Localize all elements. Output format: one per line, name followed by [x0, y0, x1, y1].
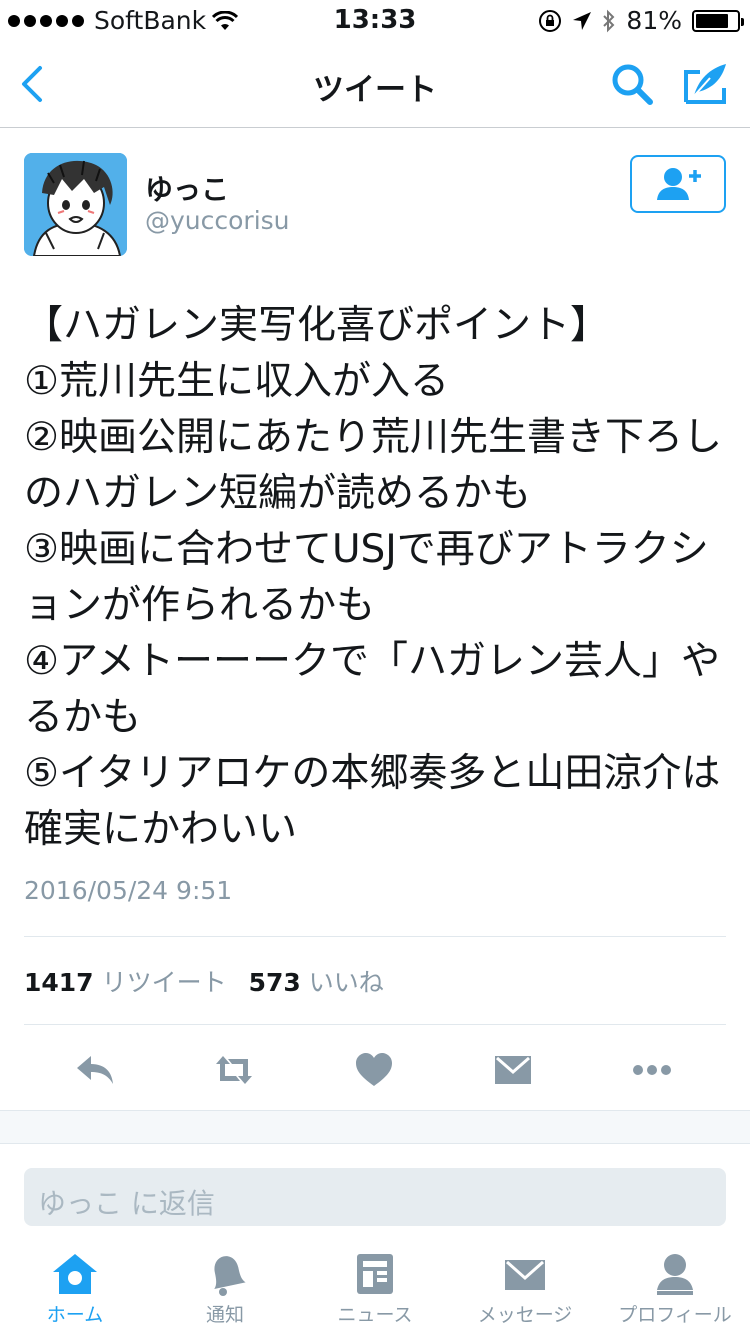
- tab-notifications[interactable]: 通知: [150, 1240, 300, 1334]
- section-separator: [0, 1110, 750, 1144]
- navigation-bar: ツイート: [0, 40, 750, 128]
- tweet-actions: [0, 1040, 750, 1100]
- retweet-count[interactable]: 1417: [24, 968, 94, 997]
- rotation-lock-icon: [539, 9, 562, 32]
- profile-icon: [657, 1254, 693, 1295]
- bluetooth-icon: [603, 9, 615, 32]
- tab-label: プロフィール: [618, 1304, 732, 1326]
- tab-messages[interactable]: メッセージ: [450, 1240, 600, 1334]
- avatar-illustration: [24, 153, 127, 256]
- tweet-timestamp: 2016/05/24 9:51: [24, 876, 233, 905]
- tab-home[interactable]: ホーム: [0, 1240, 150, 1334]
- status-right-group: 81%: [538, 6, 744, 35]
- retweet-label[interactable]: リツイート: [102, 963, 227, 999]
- tweet-text: 【ハガレン実写化喜びポイント】 ①荒川先生に収入が入る ②映画公開にあたり荒川先…: [24, 303, 722, 852]
- tweet-stats: 1417 リツイート 573 いいね: [24, 963, 398, 999]
- compose-feather-icon[interactable]: [680, 58, 730, 108]
- follow-button[interactable]: [630, 155, 726, 213]
- location-arrow-icon: [573, 11, 592, 30]
- status-bar: SoftBank 13:33 81%: [0, 0, 750, 40]
- reply-placeholder: ゆっこ に返信: [38, 1187, 215, 1220]
- tab-profile[interactable]: プロフィール: [600, 1240, 750, 1334]
- user-handle[interactable]: @yuccorisu: [145, 206, 290, 235]
- tab-label: 通知: [205, 1304, 244, 1326]
- divider: [24, 936, 726, 937]
- retweet-icon[interactable]: [212, 1048, 256, 1092]
- direct-message-icon[interactable]: [491, 1048, 535, 1092]
- display-name[interactable]: ゆっこ: [145, 168, 229, 208]
- home-icon: [53, 1254, 97, 1294]
- bell-icon: [214, 1256, 246, 1296]
- search-icon[interactable]: [608, 60, 656, 108]
- battery-level: [696, 13, 729, 28]
- reply-icon[interactable]: [73, 1048, 117, 1092]
- avatar[interactable]: [24, 153, 127, 256]
- tab-label: ニュース: [337, 1304, 413, 1326]
- divider: [24, 1024, 726, 1025]
- battery-icon: [692, 9, 744, 32]
- battery-percent: 81%: [626, 6, 682, 35]
- like-heart-icon[interactable]: [352, 1048, 396, 1092]
- like-label[interactable]: いいね: [309, 963, 384, 999]
- reply-input[interactable]: ゆっこ に返信: [24, 1168, 726, 1226]
- tab-label: ホーム: [46, 1304, 104, 1326]
- add-user-icon: [657, 168, 701, 200]
- news-icon: [357, 1254, 393, 1294]
- more-options-icon[interactable]: [630, 1048, 674, 1092]
- tab-label: メッセージ: [477, 1304, 573, 1326]
- tab-news[interactable]: ニュース: [300, 1240, 450, 1334]
- tab-bar: ホーム 通知 ニュース メッセージ プロフィール: [0, 1240, 750, 1334]
- envelope-icon: [505, 1260, 545, 1290]
- like-count[interactable]: 573: [249, 968, 301, 997]
